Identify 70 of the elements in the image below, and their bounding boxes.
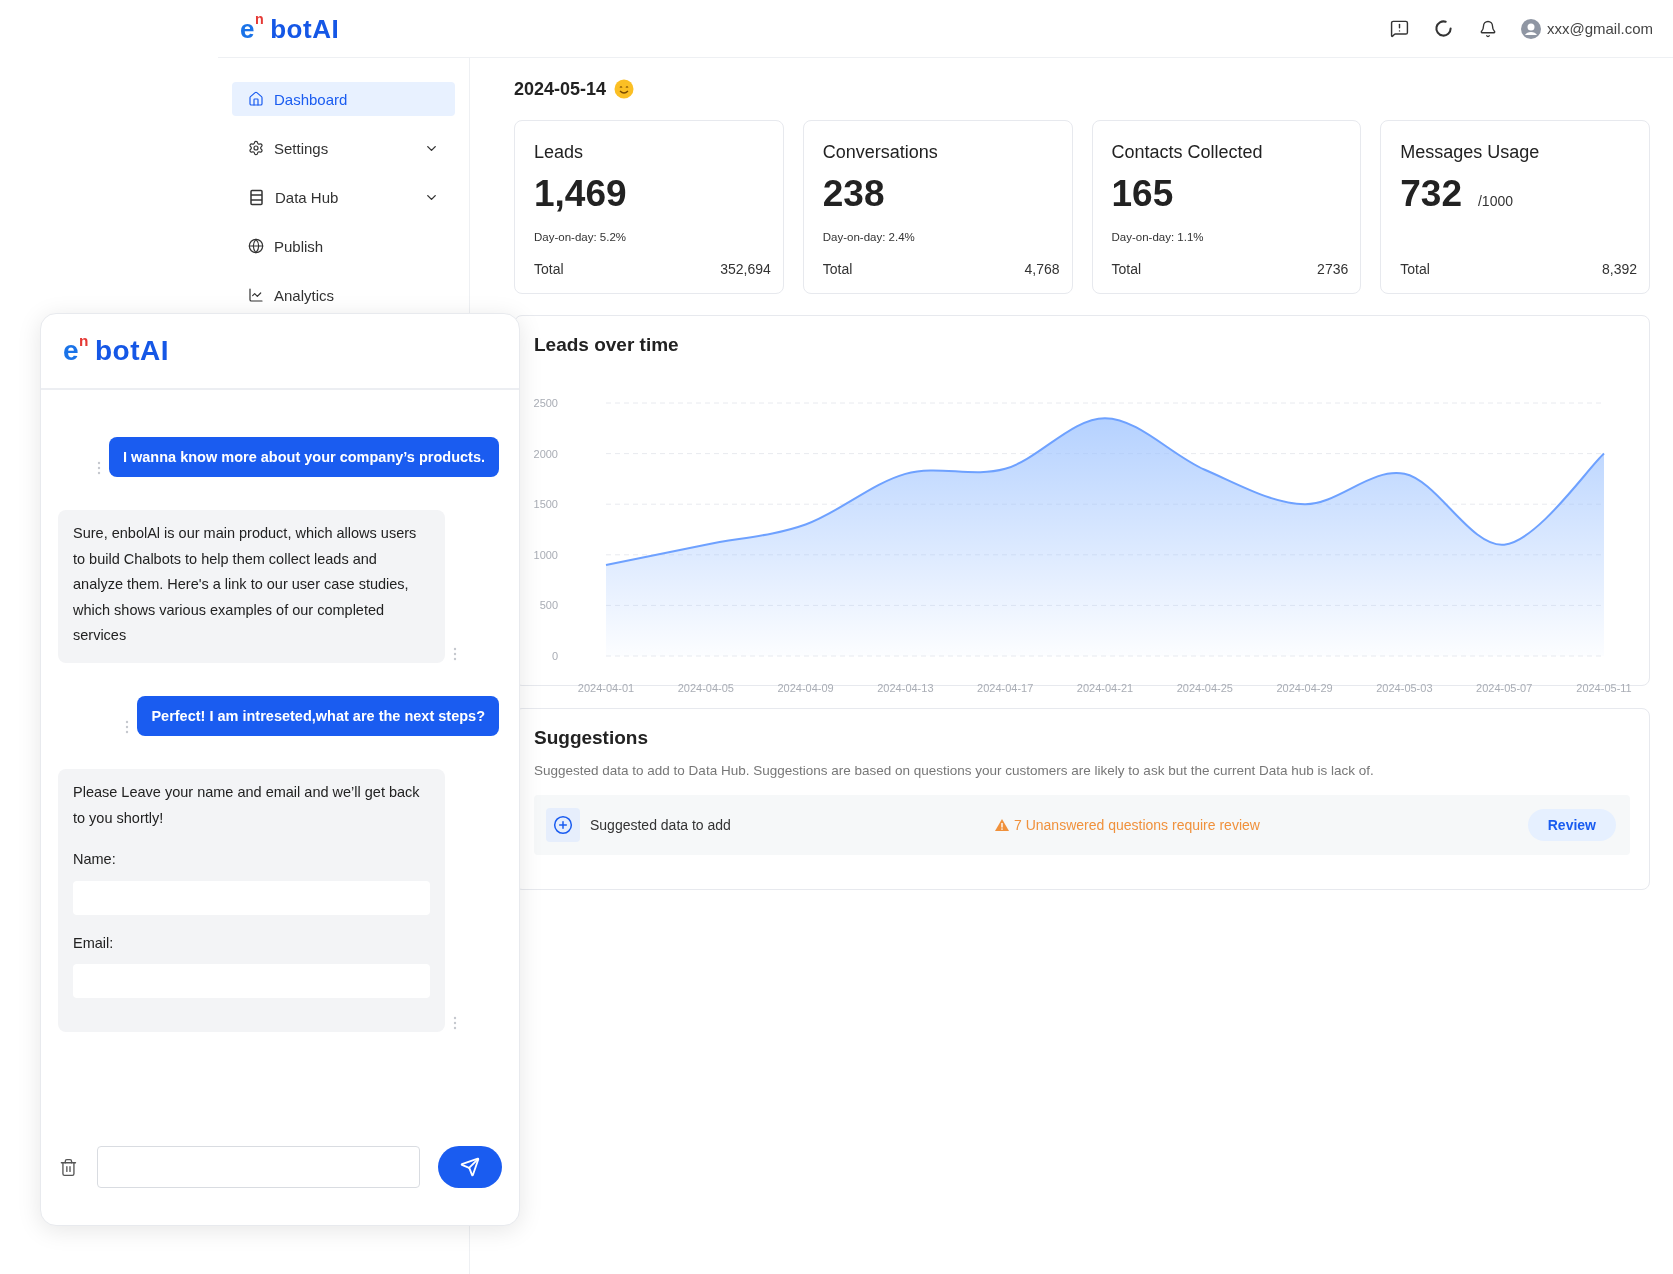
x-tick-label: 2024-04-29 <box>1276 682 1333 694</box>
warning-text: 7 Unanswered questions require review <box>1014 817 1260 833</box>
add-icon[interactable] <box>546 808 580 842</box>
total-label: Total <box>534 261 564 277</box>
user-message: Perfect! I am intreseted,what are the next steps? <box>137 695 499 736</box>
x-tick-label: 2024-05-11 <box>1576 682 1632 694</box>
stat-change: Day-on-day: 2.4% <box>822 231 916 245</box>
y-tick-label: 1000 <box>534 548 558 561</box>
user-email[interactable]: xxx@gmail.com <box>1546 20 1653 37</box>
stat-title: Conversations <box>822 141 939 163</box>
bot-message: Sure, enbolAl is our main product, which allows users to build Chalbots to help them collect leads and analyze them. Here's a link to our user case studies, which shows various examples of our completed services <box>58 510 445 663</box>
suggestion-label: Suggested data to add <box>590 817 732 833</box>
stat-change: Day-on-day: 5.2% <box>534 231 628 245</box>
stat-limit: /1000 <box>1478 193 1514 209</box>
total-value: 8,392 <box>1601 261 1637 277</box>
y-tick-label: 2000 <box>534 447 558 460</box>
suggestions-description: Suggested data to add to Data Hub. Suggestions are based on questions your customers are likely to ask but the current Data hub is lack of. <box>534 763 1375 778</box>
date-heading: 2024-05-14 <box>514 78 607 100</box>
stat-title: Contacts Collected <box>1111 141 1264 163</box>
x-tick-label: 2024-04-01 <box>577 682 635 694</box>
stat-value: 165 <box>1111 173 1174 215</box>
home-icon <box>248 91 264 107</box>
review-button[interactable]: Review <box>1527 809 1616 841</box>
x-tick-label: 2024-04-13 <box>877 682 934 694</box>
send-button[interactable] <box>438 1146 502 1188</box>
y-tick-label: 1500 <box>534 498 558 511</box>
x-tick-label: 2024-04-09 <box>777 682 834 694</box>
y-tick-label: 0 <box>551 650 558 662</box>
globe-icon <box>248 238 264 254</box>
x-tick-label: 2024-04-05 <box>677 682 734 694</box>
warning-icon <box>995 819 1009 831</box>
stat-change: Day-on-day: 1.1% <box>1111 231 1205 245</box>
sidebar-item[interactable]: Publish <box>232 229 455 263</box>
total-label: Total <box>1111 261 1142 277</box>
y-tick-label: 500 <box>539 599 558 612</box>
sidebar-item[interactable]: Analytics <box>232 278 455 312</box>
message-input[interactable] <box>96 1146 421 1188</box>
settings-icon <box>248 140 264 156</box>
x-tick-label: 2024-04-17 <box>977 682 1034 694</box>
sidebar-item[interactable]: Dashboard <box>232 82 455 116</box>
chart-title: Leads over time <box>534 334 680 356</box>
field-label: Email: <box>73 933 115 953</box>
stat-title: Leads <box>534 141 585 163</box>
database-icon <box>248 188 265 206</box>
total-value: 4,768 <box>1024 261 1060 277</box>
user-message: I wanna know more about your company’s products. <box>108 437 499 477</box>
smiley-icon <box>614 79 635 99</box>
suggestions-title: Suggestions <box>534 727 649 749</box>
sidebar-item[interactable]: Data Hub <box>232 180 455 214</box>
total-value: 352,694 <box>720 261 771 277</box>
total-label: Total <box>822 261 853 277</box>
avatar-icon[interactable] <box>1520 18 1541 39</box>
stat-value: 1,469 <box>534 173 627 215</box>
stat-title: Messages Usage <box>1400 141 1541 163</box>
stat-value: 238 <box>822 173 885 215</box>
line-chart-icon <box>248 287 264 303</box>
trash-icon[interactable] <box>59 1157 78 1177</box>
loading-icon[interactable] <box>1432 17 1455 40</box>
total-label: Total <box>1400 261 1430 277</box>
x-tick-label: 2024-05-07 <box>1476 682 1533 694</box>
x-tick-label: 2024-04-21 <box>1076 682 1134 694</box>
stat-value: 732 <box>1400 173 1462 215</box>
sidebar-item[interactable]: Settings <box>232 131 455 165</box>
bot-message: Please Leave your name and email and we’ll get back to you shortly! <box>73 782 421 828</box>
field-label: Name: <box>73 850 117 870</box>
total-value: 2736 <box>1317 261 1349 277</box>
y-tick-label: 2500 <box>534 397 558 409</box>
send-icon <box>460 1157 481 1177</box>
x-tick-label: 2024-04-25 <box>1176 682 1233 694</box>
x-tick-label: 2024-05-03 <box>1376 682 1433 694</box>
